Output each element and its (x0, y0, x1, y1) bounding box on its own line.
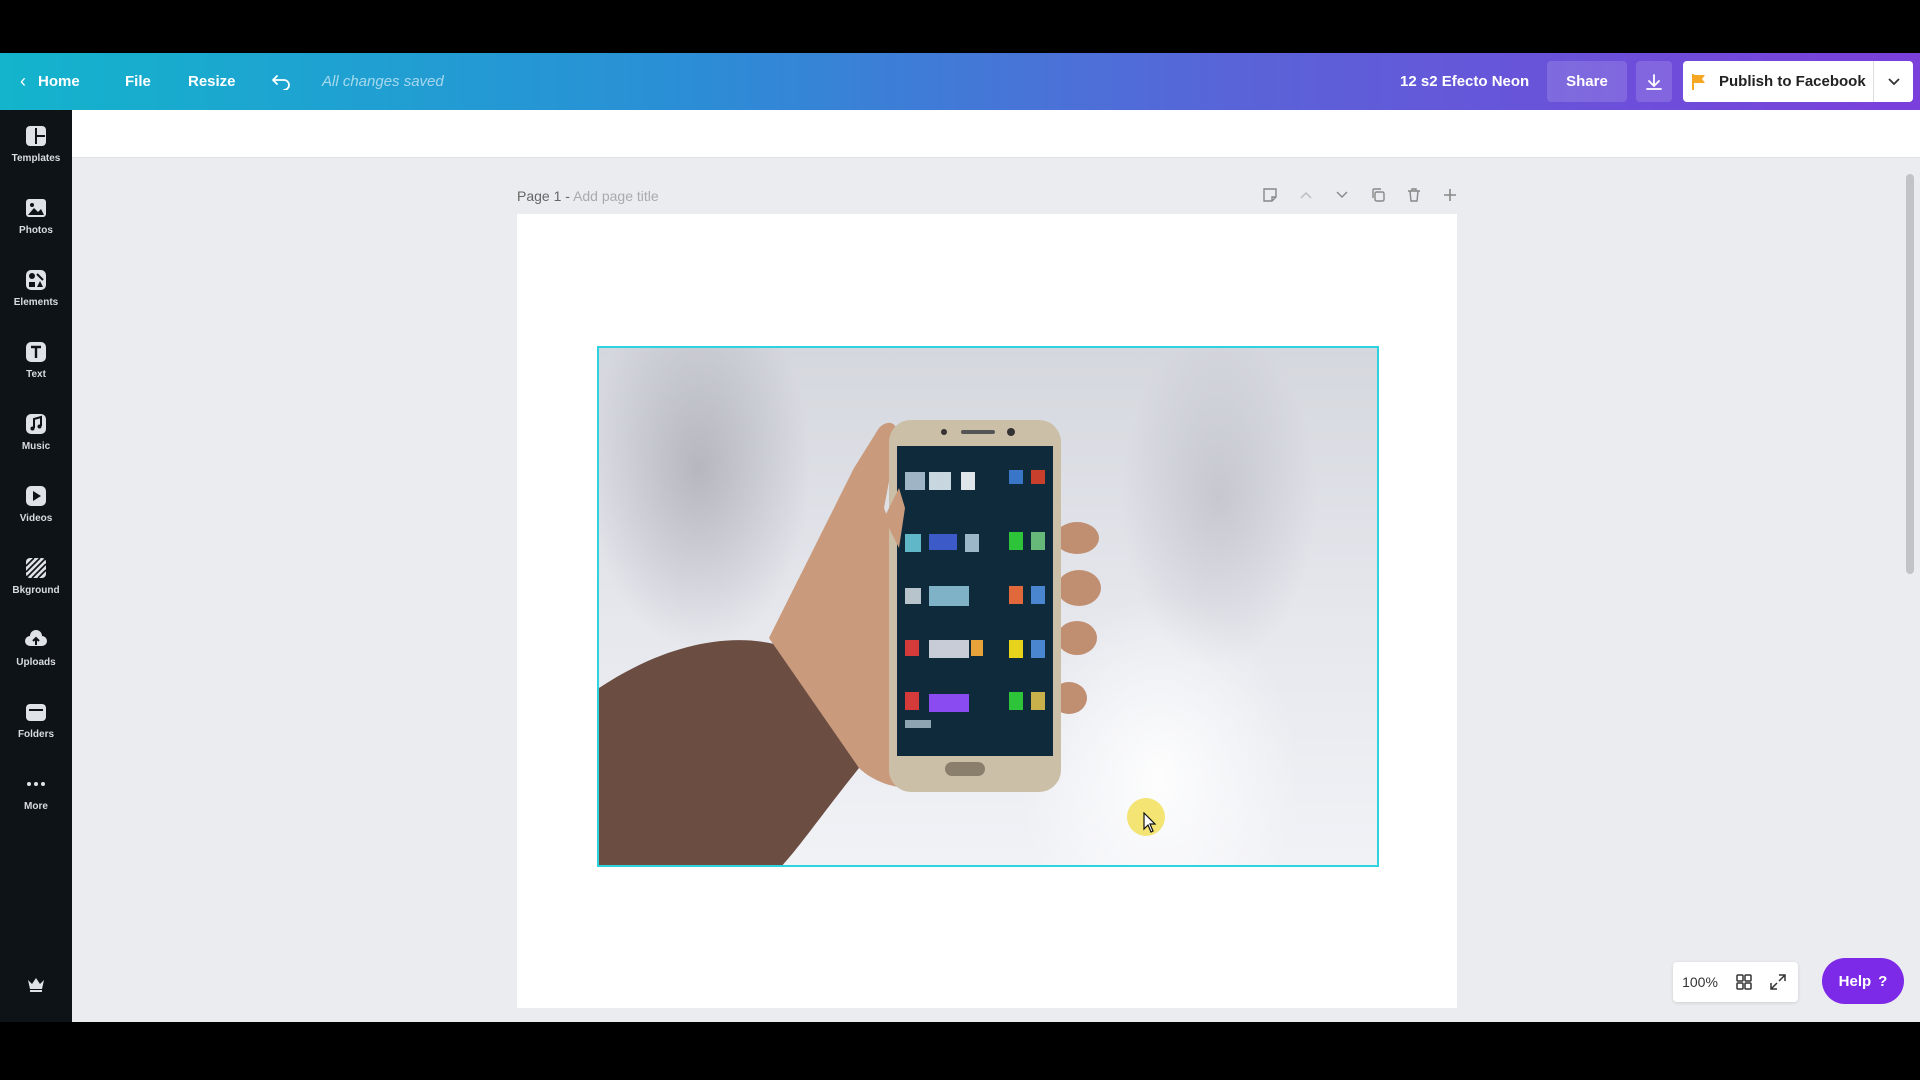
hand-holding-phone-image (599, 420, 1101, 865)
home-label: Home (38, 73, 80, 90)
page-toolbar (1252, 182, 1468, 208)
selected-photo-element[interactable] (597, 346, 1379, 867)
duplicate-page-button[interactable] (1360, 182, 1396, 208)
sidebar-item-label: Folders (17, 729, 55, 740)
page-title-input[interactable]: Add page title (573, 188, 659, 204)
resize-button[interactable]: Resize (188, 53, 236, 110)
zoom-level[interactable]: 100% (1673, 974, 1727, 990)
sidebar-item-label: Templates (11, 153, 61, 164)
share-button[interactable]: Share (1547, 61, 1627, 102)
help-label: Help (1838, 972, 1872, 990)
expand-icon (1770, 974, 1786, 990)
sidebar-item-label: Uploads (16, 657, 56, 668)
publish-to-facebook-group: Publish to Facebook (1683, 61, 1913, 102)
sidebar-item-videos[interactable]: Videos (0, 484, 72, 548)
plus-icon (1444, 189, 1456, 201)
text-icon (24, 340, 48, 364)
sidebar-item-label: Elements (13, 297, 59, 308)
vertical-scrollbar-thumb[interactable] (1906, 174, 1914, 574)
mouse-pointer-icon (1143, 812, 1157, 833)
sidebar-item-label: More (24, 801, 48, 812)
publish-to-facebook-button[interactable]: Publish to Facebook (1683, 61, 1873, 102)
sidebar-item-label: Text (26, 369, 46, 380)
templates-icon (24, 124, 48, 148)
flag-icon (1692, 73, 1705, 90)
save-status: All changes saved (322, 73, 444, 90)
page-notes-button[interactable] (1252, 182, 1288, 208)
grid-view-button[interactable] (1727, 962, 1761, 1002)
chevron-left-icon: ‹ (20, 71, 26, 91)
note-icon (1263, 188, 1277, 202)
sidebar-item-label: Music (21, 441, 51, 452)
undo-button[interactable] (270, 53, 292, 110)
document-name[interactable]: 12 s2 Efecto Neon (1400, 53, 1529, 110)
move-page-down-button[interactable] (1324, 182, 1360, 208)
background-icon (24, 556, 48, 580)
chevron-down-icon (1887, 77, 1900, 85)
sidebar-item-elements[interactable]: Elements (0, 268, 72, 332)
download-icon (1646, 73, 1662, 90)
publish-options-dropdown[interactable] (1873, 61, 1913, 102)
grid-view-icon (1736, 974, 1752, 990)
sidebar-item-label: Bkground (12, 585, 60, 596)
page-number-label: Page 1 - (517, 188, 570, 204)
music-icon (24, 412, 48, 436)
move-page-up-button[interactable] (1288, 182, 1324, 208)
publish-label: Publish to Facebook (1719, 73, 1866, 90)
trash-icon (1408, 188, 1420, 202)
sidebar-item-background[interactable]: Bkground (0, 556, 72, 620)
videos-icon (24, 484, 48, 508)
letterbox-bottom (0, 1022, 1920, 1080)
duplicate-icon (1372, 188, 1385, 202)
editor-header: ‹ Home File Resize All changes saved 12 … (0, 53, 1920, 110)
fullscreen-button[interactable] (1761, 962, 1795, 1002)
context-toolbar (72, 110, 1920, 158)
home-button[interactable]: ‹ Home (20, 53, 80, 110)
folders-icon (24, 700, 48, 724)
sidebar-item-music[interactable]: Music (0, 412, 72, 476)
sidebar-item-more[interactable]: More (0, 772, 72, 836)
more-icon (24, 772, 48, 796)
sidebar-item-folders[interactable]: Folders (0, 700, 72, 764)
sidebar-item-label: Photos (19, 225, 53, 236)
download-button[interactable] (1636, 61, 1672, 102)
question-icon: ? (1878, 972, 1888, 990)
sidebar-item-photos[interactable]: Photos (0, 196, 72, 260)
help-button[interactable]: Help ? (1822, 958, 1904, 1004)
horizontal-scrollbar[interactable] (72, 1006, 1902, 1020)
file-menu-button[interactable]: File (125, 53, 151, 110)
delete-page-button[interactable] (1396, 182, 1432, 208)
chevron-up-icon (1300, 192, 1312, 199)
letterbox-top (0, 0, 1920, 53)
crown-icon[interactable] (24, 972, 48, 996)
vertical-scrollbar[interactable] (1903, 158, 1917, 1020)
left-sidebar: Templates Photos Elements Text Music Vid… (0, 110, 72, 1022)
uploads-icon (24, 628, 48, 652)
sidebar-item-label: Videos (19, 513, 53, 524)
page-title-row: Page 1 - Add page title (517, 188, 659, 204)
sidebar-item-templates[interactable]: Templates (0, 124, 72, 188)
sidebar-item-text[interactable]: Text (0, 340, 72, 404)
chevron-down-icon (1336, 191, 1348, 198)
add-page-button[interactable] (1432, 182, 1468, 208)
elements-icon (24, 268, 48, 292)
undo-icon (272, 74, 290, 90)
sidebar-item-uploads[interactable]: Uploads (0, 628, 72, 692)
zoom-controls: 100% (1673, 962, 1798, 1002)
photos-icon (24, 196, 48, 220)
